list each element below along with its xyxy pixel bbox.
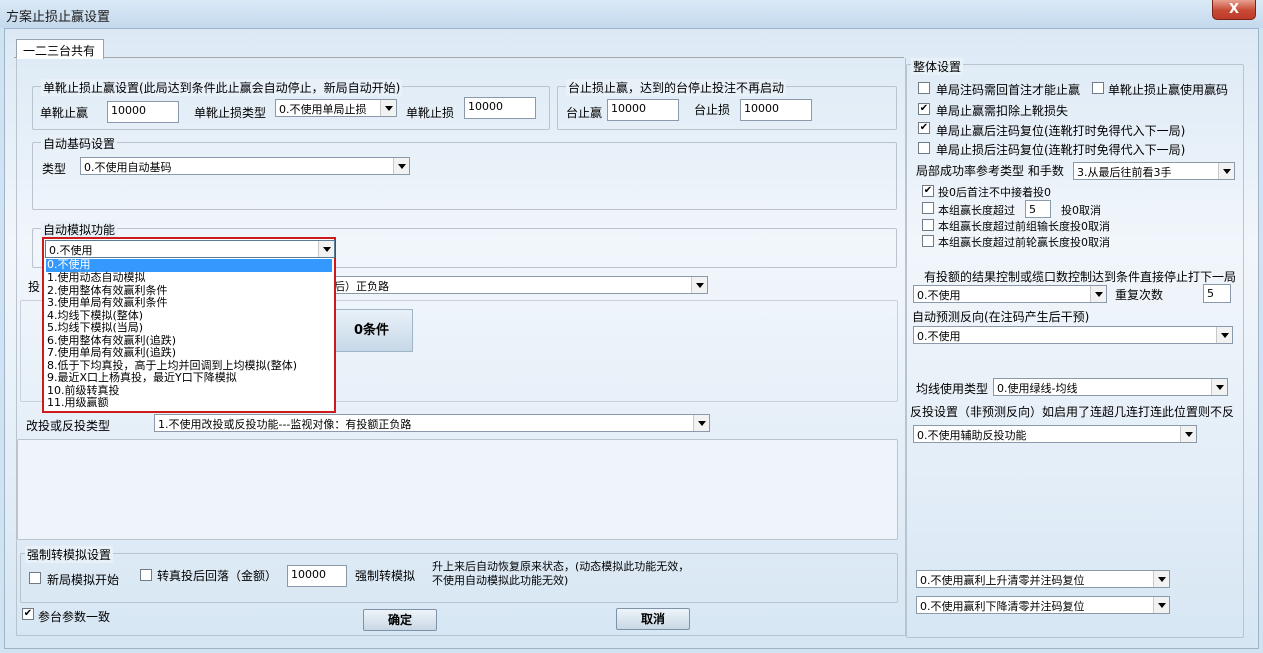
auto-sim-option[interactable]: 3.使用单局有效赢利条件 — [46, 297, 332, 310]
reverse-select[interactable]: 0.不使用辅助反投功能 — [913, 425, 1197, 443]
auto-base-group: 自动基码设置 — [32, 135, 897, 210]
chevron-down-icon — [1090, 286, 1106, 302]
overall-cb7[interactable] — [922, 202, 934, 214]
profit-up-select[interactable]: 0.不使用赢利上升清零并注码复位 — [916, 570, 1170, 588]
force-sim-note: 升上来后自动恢复原来状态，(动态模拟此功能无效，不使用自动模拟此功能无效) — [432, 560, 690, 587]
chevron-down-icon — [693, 415, 709, 431]
bet-source-select[interactable]: 后）正负路 — [330, 276, 708, 294]
auto-sim-option[interactable]: 11.用级赢额 — [46, 397, 332, 410]
new-round-label: 新局模拟开始 — [47, 573, 120, 587]
single-win-input[interactable]: 10000 — [107, 101, 179, 123]
auto-base-legend: 自动基码设置 — [41, 135, 118, 152]
chevron-down-icon — [691, 277, 707, 293]
force-sim-legend: 强制转模拟设置 — [25, 546, 114, 563]
repeat-label: 重复次数 — [1115, 288, 1164, 302]
ctrl-select[interactable]: 0.不使用 — [913, 285, 1107, 303]
overall-cb5-label: 单局止损后注码复位(连靴打时免得代入下一局) — [936, 143, 1186, 157]
auto-sim-legend: 自动模拟功能 — [41, 221, 118, 238]
single-loss-label: 单靴止损 — [406, 106, 455, 120]
overall-cb3-label: 单局止赢需扣除上靴损失 — [936, 104, 1069, 118]
single-loss-input[interactable]: 10000 — [464, 97, 536, 119]
overall-cb8-label: 本组赢长度超过前组输长度投0取消 — [938, 220, 1110, 233]
repeat-input[interactable]: 5 — [1203, 284, 1231, 303]
new-round-checkbox[interactable] — [29, 572, 41, 584]
close-button[interactable]: X — [1212, 0, 1256, 20]
single-stop-legend: 单靴止损止赢设置(此局达到条件此止赢会自动停止，新局自动开始) — [41, 79, 403, 96]
table-loss-input[interactable]: 10000 — [740, 99, 812, 121]
ok-button[interactable]: 确定 — [363, 609, 437, 631]
predict-label: 自动预测反向(在注码产生后干预) — [912, 310, 1090, 324]
ma-label: 均线使用类型 — [916, 382, 989, 396]
auto-sim-option[interactable]: 5.均线下模拟(当局) — [46, 322, 332, 335]
overall-cb7-suffix: 投0取消 — [1061, 204, 1101, 217]
overall-cb9-label: 本组赢长度超过前轮赢长度投0取消 — [938, 236, 1110, 249]
after-drop-checkbox[interactable] — [140, 569, 152, 581]
single-type-label: 单靴止损类型 — [194, 106, 267, 120]
overall-cb6-label: 投0后首注不中接着投0 — [938, 186, 1051, 199]
tab-shared[interactable]: 一二三台共有 — [16, 39, 104, 59]
overall-cb7-label: 本组赢长度超过 — [938, 204, 1015, 217]
tab-strip — [14, 38, 904, 58]
chevron-down-icon — [1218, 163, 1234, 179]
table-loss-label: 台止损 — [694, 103, 731, 117]
bet-source-label: 投 — [28, 280, 41, 294]
auto-sim-option[interactable]: 7.使用单局有效赢利(追跌) — [46, 347, 332, 360]
after-drop-label: 转真投后回落（金额） — [157, 569, 278, 583]
chevron-down-icon — [393, 158, 409, 174]
title-bar — [0, 0, 1263, 28]
predict-select[interactable]: 0.不使用 — [913, 326, 1233, 344]
overall-cb8[interactable] — [922, 219, 934, 231]
force-sim-label: 强制转模拟 — [355, 569, 416, 583]
ctrl-label: 有投额的结果控制或缆口数控制达到条件直接停止打下一局 — [924, 270, 1237, 284]
auto-base-type-label: 类型 — [42, 162, 67, 176]
chevron-down-icon — [380, 100, 396, 116]
overall-legend: 整体设置 — [911, 58, 964, 75]
change-bet-select[interactable]: 1.不使用改投或反投功能---监视对像：有投额正负路 — [154, 414, 710, 432]
chevron-down-icon — [1153, 571, 1169, 587]
drop-value-input[interactable]: 10000 — [287, 565, 347, 587]
reverse-label: 反投设置（非预测反向）如启用了连超几连打连此位置则不反 — [910, 405, 1235, 419]
ref-type-select[interactable]: 3.从最后往前看3手 — [1073, 162, 1235, 180]
window-title: 方案止损止赢设置 — [6, 10, 111, 25]
chevron-down-icon — [1211, 379, 1227, 395]
table-win-input[interactable]: 10000 — [607, 99, 679, 121]
same-params-checkbox[interactable]: ✔ — [22, 608, 34, 620]
chevron-down-icon — [318, 241, 334, 257]
overall-cb2-label: 单靴止损止赢使用赢码 — [1108, 83, 1229, 97]
chevron-down-icon — [1180, 426, 1196, 442]
single-type-select[interactable]: 0.不使用单局止损 — [275, 99, 397, 117]
table-win-label: 台止赢 — [566, 106, 603, 120]
overall-cb1[interactable] — [918, 82, 930, 94]
overall-cb7-input[interactable]: 5 — [1025, 200, 1051, 218]
profit-down-select[interactable]: 0.不使用赢利下降清零并注码复位 — [916, 596, 1170, 614]
chevron-down-icon — [1153, 597, 1169, 613]
table-stop-legend: 台止损止赢，达到的台停止投注不再启动 — [566, 79, 787, 96]
single-win-label: 单靴止赢 — [40, 106, 89, 120]
overall-cb9[interactable] — [922, 235, 934, 247]
overall-cb2[interactable] — [1092, 82, 1104, 94]
chevron-down-icon — [1216, 327, 1232, 343]
auto-sim-option[interactable]: 1.使用动态自动模拟 — [46, 272, 332, 285]
overall-cb4-label: 单局止赢后注码复位(连靴打时免得代入下一局) — [936, 124, 1186, 138]
auto-sim-option[interactable]: 0.不使用 — [46, 259, 332, 272]
auto-sim-option[interactable]: 9.最近X口上杨真投，最近Y口下降模拟 — [46, 372, 332, 385]
overall-cb5[interactable] — [918, 142, 930, 154]
overall-cb1-label: 单局注码需回首注才能止赢 — [936, 83, 1081, 97]
cancel-button[interactable]: 取消 — [616, 608, 690, 630]
ref-type-label: 局部成功率参考类型 和手数 — [916, 164, 1064, 178]
auto-sim-dropdown[interactable]: 0.不使用 0.不使用 1.使用动态自动模拟 2.使用整体有效赢利条件 3.使用… — [42, 237, 336, 413]
change-bet-area — [17, 439, 898, 540]
overall-cb3[interactable]: ✔ — [918, 103, 930, 115]
ma-select[interactable]: 0.使用绿线-均线 — [993, 378, 1228, 396]
auto-sim-select[interactable]: 0.不使用 — [45, 240, 335, 258]
change-bet-label: 改投或反投类型 — [26, 419, 111, 433]
overall-cb6[interactable]: ✔ — [922, 185, 934, 197]
same-params-label: 参台参数一致 — [38, 610, 111, 624]
auto-base-type-select[interactable]: 0.不使用自动基码 — [80, 157, 410, 175]
overall-cb4[interactable]: ✔ — [918, 122, 930, 134]
